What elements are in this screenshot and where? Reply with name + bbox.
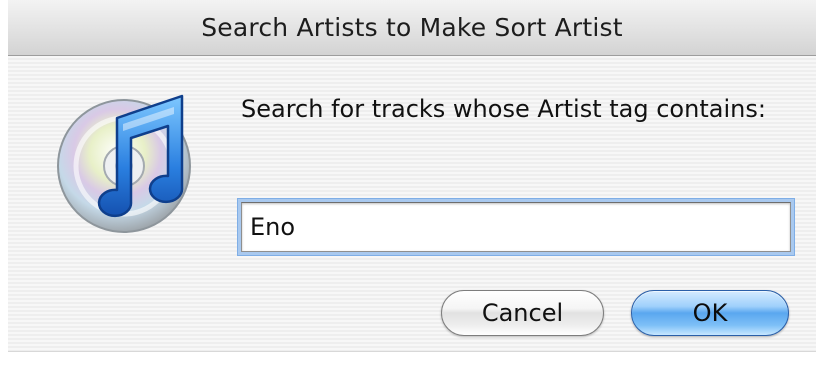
ok-button[interactable]: OK	[631, 290, 789, 336]
artist-search-input[interactable]	[241, 202, 791, 252]
itunes-icon	[57, 94, 191, 233]
window-title: Search Artists to Make Sort Artist	[201, 13, 623, 42]
title-bar[interactable]: Search Artists to Make Sort Artist	[8, 0, 816, 56]
dialog-window: Search Artists to Make Sort Artist Searc…	[8, 0, 816, 352]
prompt-text: Search for tracks whose Artist tag conta…	[241, 95, 766, 123]
cancel-button[interactable]: Cancel	[441, 290, 604, 336]
